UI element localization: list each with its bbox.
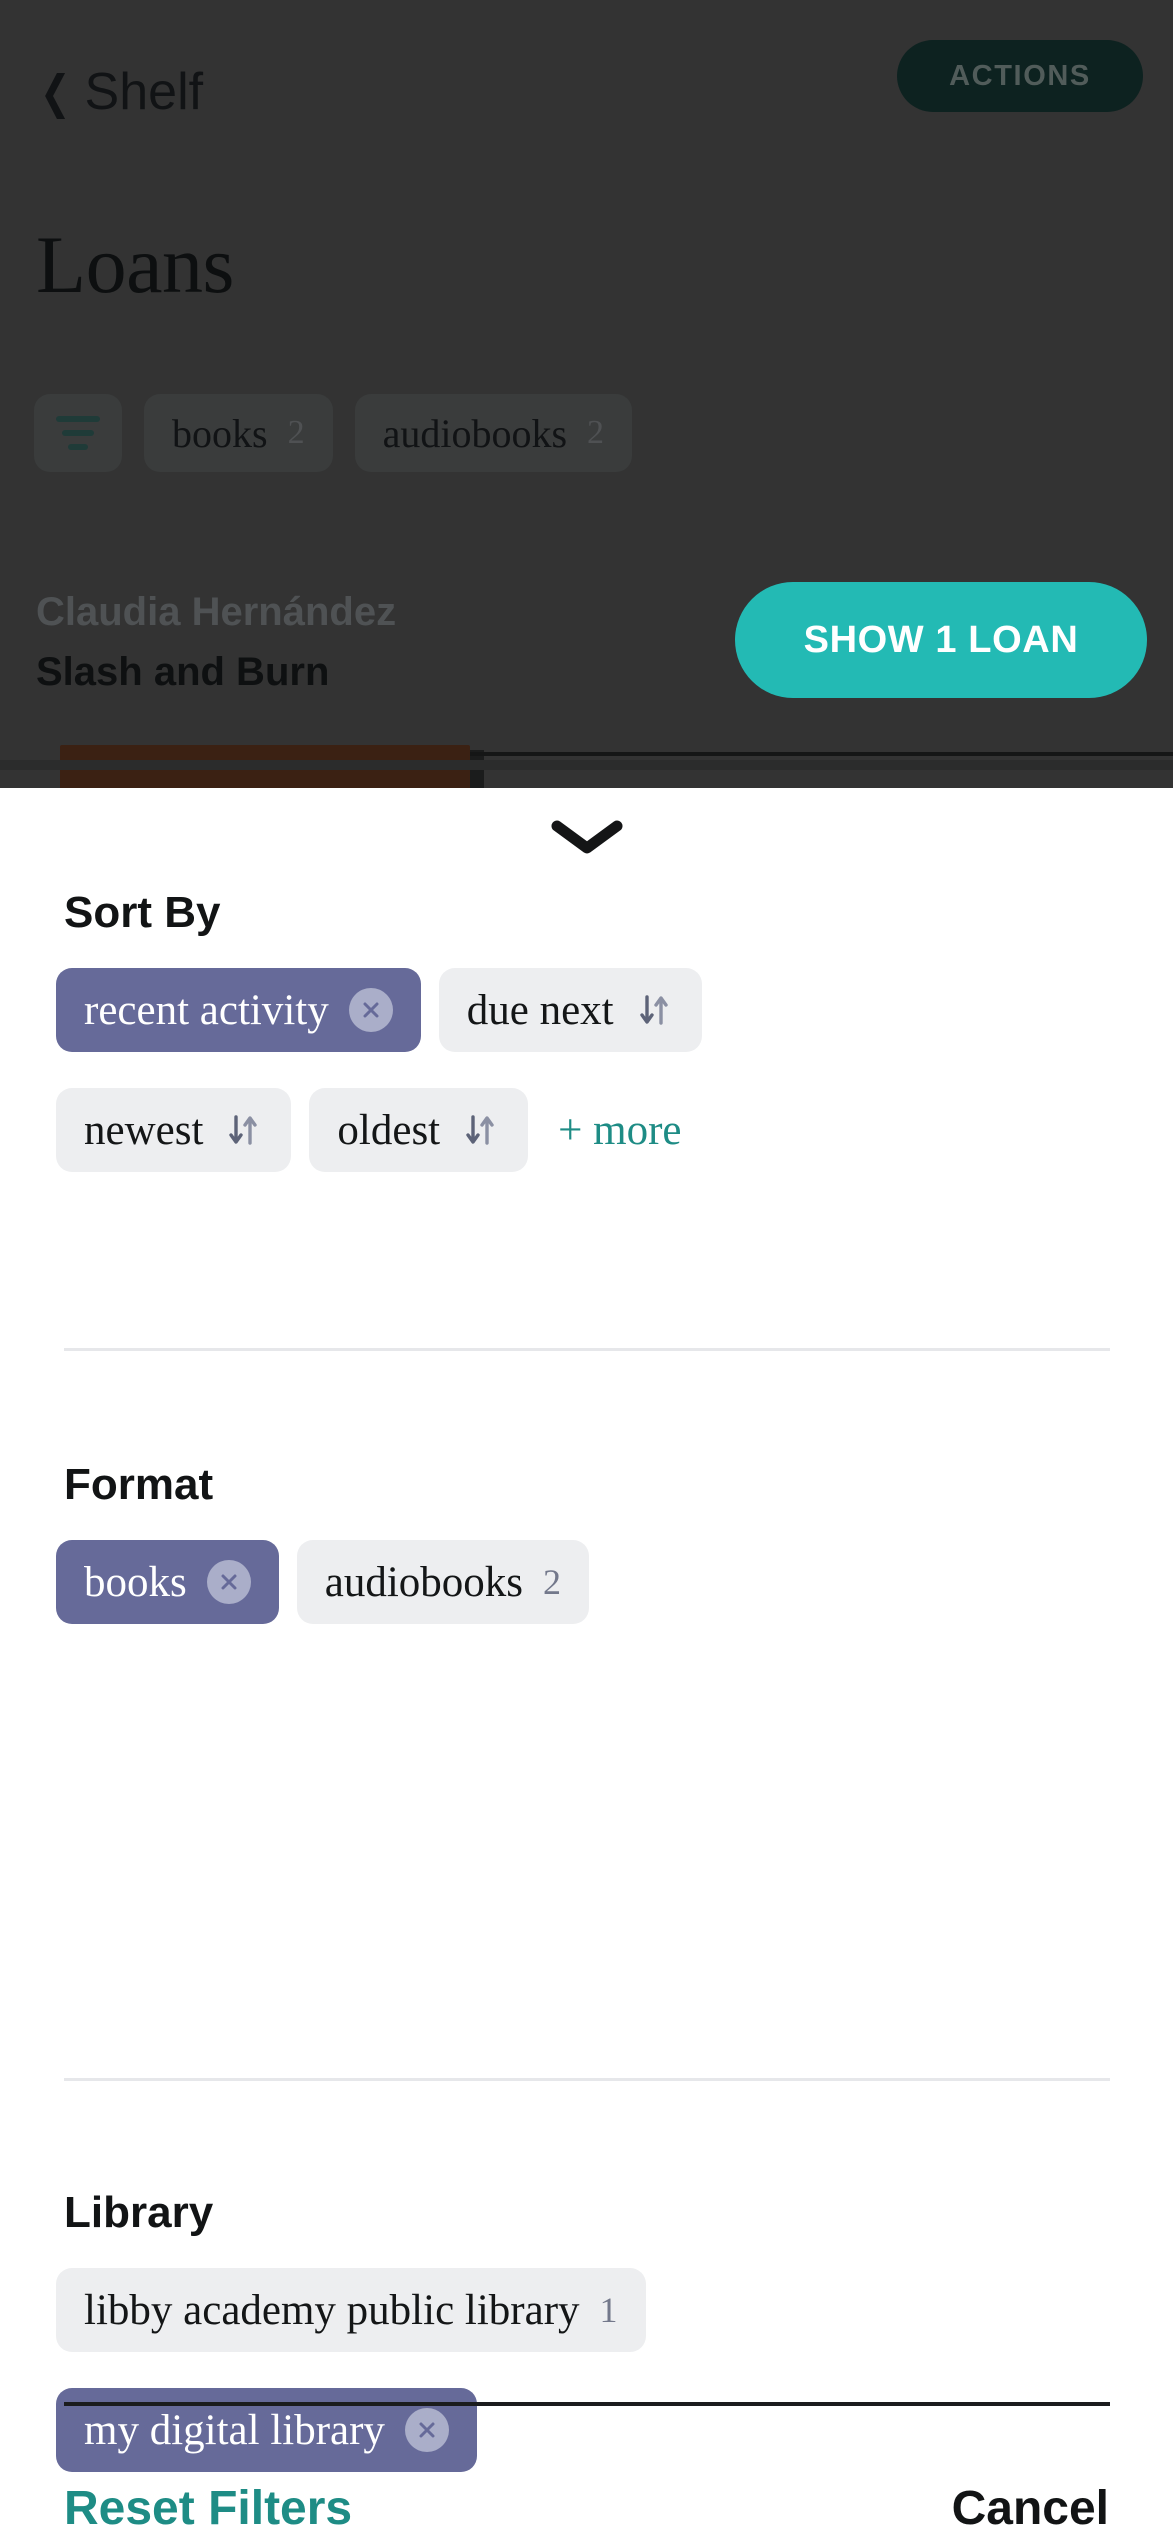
actions-button[interactable]: ACTIONS <box>897 40 1143 112</box>
screen: ❮ Shelf ACTIONS Loans books 2 audiobooks… <box>0 0 1173 2532</box>
background-chip-audiobooks[interactable]: audiobooks 2 <box>354 394 633 472</box>
page-title: Loans <box>36 219 234 310</box>
library-chip-libby-academy-label: libby academy public library <box>84 2286 580 2334</box>
reset-filters-button[interactable]: Reset Filters <box>64 2481 352 2532</box>
filter-line-3 <box>68 444 88 450</box>
sort-chip-due-next[interactable]: due next <box>438 968 702 1052</box>
filter-bottom-sheet: Sort By recent activity due next newest … <box>0 788 1173 2532</box>
show-loan-button[interactable]: SHOW 1 LOAN <box>735 582 1147 698</box>
section-library-title: Library <box>64 2188 214 2237</box>
sort-chip-oldest[interactable]: oldest <box>309 1088 529 1172</box>
section-sort-by: Sort By recent activity due next newest … <box>0 888 1173 1172</box>
format-chip-group: books audiobooks 2 <box>56 1540 1133 1624</box>
sort-chip-due-next-label: due next <box>466 986 614 1034</box>
sort-arrows-icon <box>460 1108 500 1152</box>
section-library: Library libby academy public library 1 m… <box>0 2188 1173 2472</box>
sort-arrows-icon <box>223 1108 263 1152</box>
close-circle-icon[interactable] <box>206 1560 251 1604</box>
filter-lines-icon-button[interactable] <box>34 394 122 472</box>
chevron-left-icon: ❮ <box>39 66 71 118</box>
sort-arrows-icon <box>634 988 674 1032</box>
show-loan-label: SHOW 1 LOAN <box>803 618 1079 661</box>
library-chip-libby-academy-count: 1 <box>599 2290 618 2330</box>
background-filter-chip-row: books 2 audiobooks 2 <box>34 394 633 472</box>
section-sort-by-title: Sort By <box>64 888 221 937</box>
close-circle-icon[interactable] <box>404 2408 449 2452</box>
sheet-shadow-edge <box>0 760 1173 770</box>
section-format-title: Format <box>64 1460 214 1509</box>
loan-title: Slash and Burn <box>36 650 330 694</box>
back-to-shelf-button[interactable]: ❮ Shelf <box>36 62 203 122</box>
sort-chip-newest-label: newest <box>84 1106 204 1154</box>
format-chip-books-label: books <box>84 1558 187 1606</box>
sort-by-chip-group: recent activity due next newest oldest +… <box>56 968 1133 1172</box>
sort-chip-oldest-label: oldest <box>337 1106 441 1154</box>
sort-chip-newest[interactable]: newest <box>56 1088 292 1172</box>
top-navigation-bar: ❮ Shelf ACTIONS <box>0 0 1173 160</box>
back-label: Shelf <box>84 63 204 121</box>
chevron-down-icon <box>551 818 623 858</box>
format-chip-audiobooks[interactable]: audiobooks 2 <box>296 1540 590 1624</box>
sort-chip-recent-activity[interactable]: recent activity <box>56 968 421 1052</box>
actions-label: ACTIONS <box>949 59 1091 92</box>
filter-line-2 <box>62 430 94 436</box>
filter-line-1 <box>56 416 100 422</box>
cancel-button[interactable]: Cancel <box>952 2481 1109 2532</box>
format-chip-audiobooks-label: audiobooks <box>324 1558 524 1606</box>
sheet-dismiss-handle[interactable] <box>0 808 1173 868</box>
close-circle-icon[interactable] <box>348 988 393 1032</box>
sort-chip-recent-activity-label: recent activity <box>84 986 329 1034</box>
dimmed-background-app: ❮ Shelf ACTIONS Loans books 2 audiobooks… <box>0 0 1173 800</box>
background-chip-books-count: 2 <box>287 414 305 451</box>
format-chip-books[interactable]: books <box>56 1540 279 1624</box>
library-chip-group: libby academy public library 1 my digita… <box>56 2268 1133 2472</box>
divider-sort-format <box>64 1348 1110 1351</box>
background-chip-books-label: books <box>172 410 268 456</box>
section-format: Format books audiobooks 2 <box>0 1460 1173 1624</box>
background-chip-books[interactable]: books 2 <box>144 394 333 472</box>
sheet-footer: Reset Filters Cancel <box>0 2448 1173 2532</box>
format-chip-audiobooks-count: 2 <box>543 1562 562 1602</box>
divider-footer <box>64 2402 1110 2406</box>
divider-format-library <box>64 2078 1110 2081</box>
loan-row-divider <box>470 752 1173 756</box>
background-chip-audiobooks-count: 2 <box>587 414 605 451</box>
sort-more-link[interactable]: + more <box>546 1106 693 1155</box>
background-chip-audiobooks-label: audiobooks <box>382 410 568 456</box>
library-chip-libby-academy-public-library[interactable]: libby academy public library 1 <box>56 2268 646 2352</box>
loan-author: Claudia Hernández <box>36 590 397 634</box>
